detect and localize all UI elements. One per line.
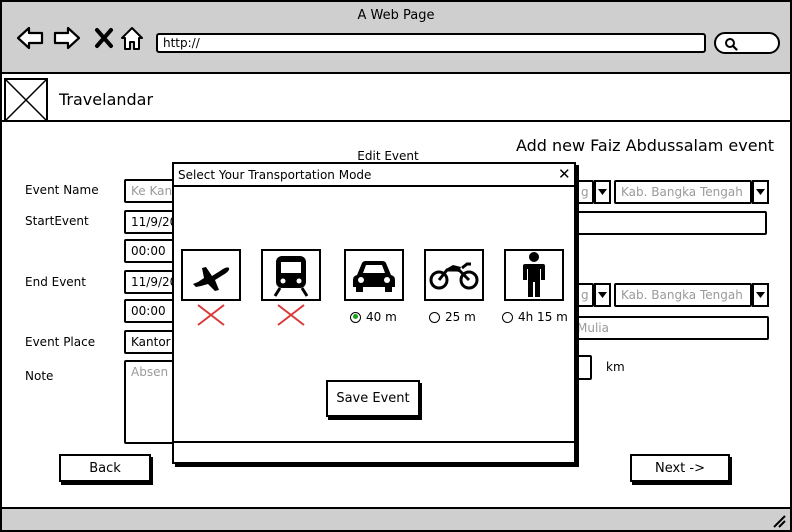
car-radio[interactable]	[350, 311, 361, 323]
save-event-button[interactable]: Save Event	[326, 380, 420, 417]
close-icon[interactable]: ✕	[558, 165, 571, 183]
dialog-title: Select Your Transportation Mode	[178, 168, 372, 182]
transport-mode-dialog: Select Your Transportation Mode ✕ 40 m 2…	[172, 162, 576, 464]
walking-radio[interactable]	[502, 311, 513, 323]
dialog-footer-divider	[174, 441, 574, 443]
mode-motorcycle-option[interactable]: 25 m	[429, 310, 476, 324]
app-title: Travelandar	[59, 90, 154, 109]
chevron-down-icon[interactable]	[594, 180, 611, 204]
end-place-input[interactable]: Mulia	[562, 316, 769, 340]
url-input[interactable]: http://	[156, 33, 706, 53]
motorcycle-icon	[429, 262, 479, 290]
end-regency-select[interactable]: Kab. Bangka Tengah	[614, 283, 752, 307]
motorcycle-travel-time: 25 m	[445, 310, 476, 324]
window-title: A Web Page	[357, 8, 435, 23]
unavailable-x-icon	[197, 304, 225, 326]
mode-car[interactable]	[344, 249, 404, 301]
next-button[interactable]: Next ->	[630, 454, 730, 482]
event-regency-select[interactable]: Kab. Bangka Tengah	[614, 180, 752, 204]
car-icon	[353, 261, 395, 292]
dialog-divider	[174, 185, 574, 187]
page-heading: Add new Faiz Abdussalam event	[515, 136, 774, 155]
mode-airplane[interactable]	[181, 249, 241, 301]
resize-grip-icon[interactable]	[770, 512, 786, 528]
start-event-label: StartEvent	[25, 214, 89, 228]
forward-arrow-icon[interactable]	[53, 24, 81, 52]
app-header: Travelandar	[2, 76, 790, 122]
stop-x-icon[interactable]	[90, 24, 118, 52]
browser-search-input[interactable]	[714, 32, 780, 54]
mode-walking-option[interactable]: 4h 15 m	[502, 310, 568, 324]
mode-train[interactable]	[261, 249, 321, 301]
browser-statusbar	[2, 507, 790, 530]
train-icon	[273, 256, 309, 297]
car-travel-time: 40 m	[366, 310, 397, 324]
back-button[interactable]: Back	[59, 454, 151, 482]
chevron-down-icon[interactable]	[594, 283, 611, 307]
browser-window: A Web Page http:// Travelandar Add new F…	[0, 0, 792, 532]
unavailable-x-icon	[277, 304, 305, 326]
mode-motorcycle[interactable]	[424, 249, 484, 301]
home-icon[interactable]	[118, 24, 146, 52]
form-heading: Edit Event	[357, 149, 419, 163]
chevron-down-icon[interactable]	[752, 180, 769, 204]
note-label: Note	[25, 369, 54, 383]
chevron-down-icon[interactable]	[752, 283, 769, 307]
back-arrow-icon[interactable]	[16, 24, 44, 52]
mode-walking[interactable]	[504, 249, 564, 301]
mode-car-option[interactable]: 40 m	[350, 310, 397, 324]
walking-travel-time: 4h 15 m	[518, 310, 568, 324]
event-place-label: Event Place	[25, 335, 96, 349]
airplane-icon	[193, 267, 230, 291]
event-name-label: Event Name	[25, 183, 99, 197]
motorcycle-radio[interactable]	[429, 311, 440, 323]
distance-unit-label: km	[606, 360, 625, 374]
browser-titlebar: A Web Page http://	[2, 2, 790, 74]
walking-person-icon	[523, 252, 545, 297]
start-location-input[interactable]	[562, 211, 767, 235]
end-event-label: End Event	[25, 275, 86, 289]
logo-image-placeholder-icon	[4, 78, 48, 122]
search-icon	[725, 38, 738, 51]
